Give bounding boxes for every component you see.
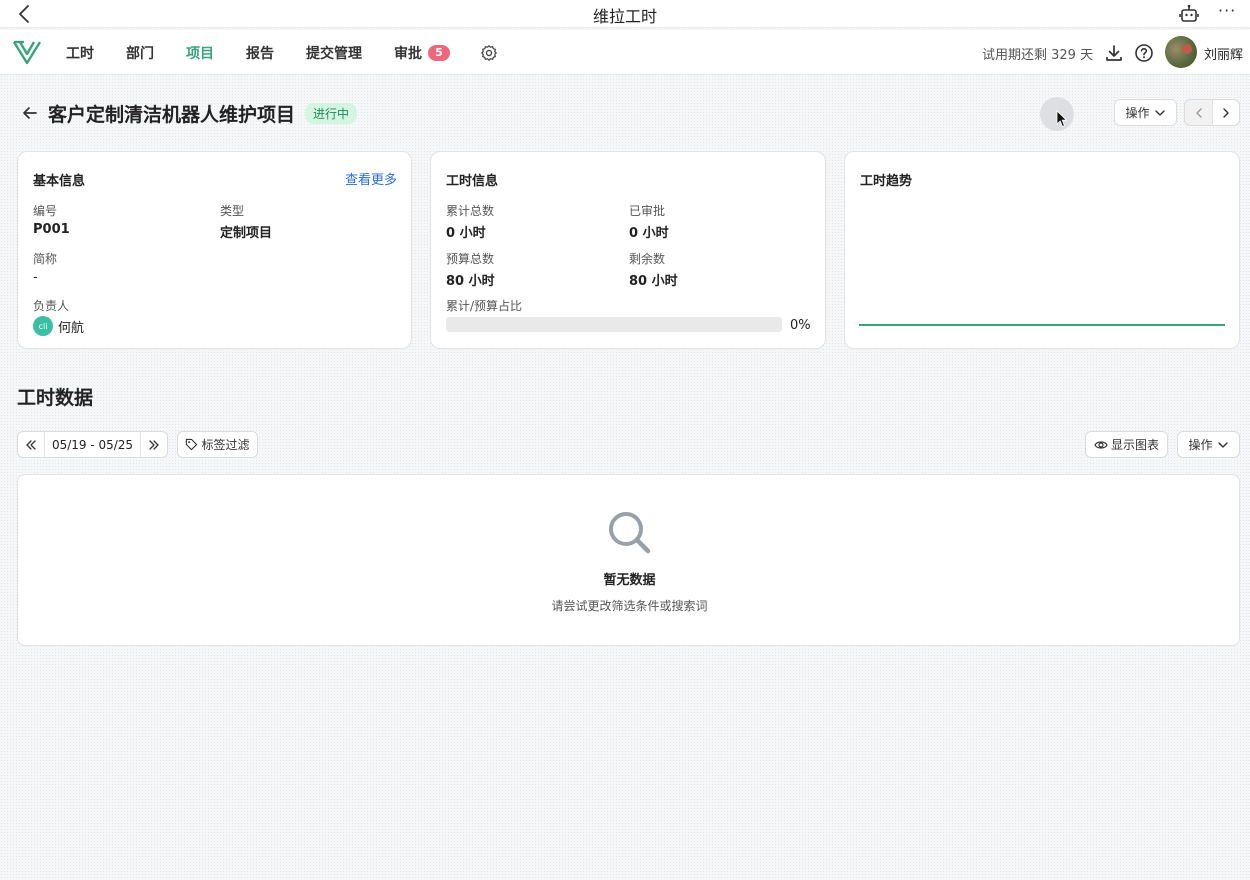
trial-remaining-text: 试用期还剩 329 天 [982, 48, 1094, 63]
short-name-value: - [33, 270, 38, 285]
nav-item-department[interactable]: 部门 [126, 43, 154, 63]
tag-filter-label: 标签过滤 [201, 438, 250, 452]
previous-week-button[interactable] [18, 432, 45, 457]
project-pager [1184, 99, 1240, 126]
data-operations-button[interactable]: 操作 [1177, 431, 1240, 458]
app-logo-icon[interactable] [12, 38, 42, 66]
card-title: 工时趋势 [860, 174, 913, 189]
empty-title: 暂无数据 [603, 573, 656, 588]
nav-item-label: 项目 [186, 45, 214, 62]
show-chart-label: 显示图表 [1110, 438, 1159, 452]
hours-trend-card: 工时趋势 [844, 151, 1240, 349]
view-more-link[interactable]: 查看更多 [345, 169, 397, 188]
section-title: 工时数据 [17, 387, 94, 409]
empty-state-panel: 暂无数据 请尝试更改筛选条件或搜索词 [17, 474, 1240, 646]
chevron-left-icon [1195, 107, 1202, 118]
chevron-right-icon [1223, 107, 1229, 118]
mouse-cursor-icon [1056, 110, 1068, 128]
remaining-hours-value: 80 小时 [629, 274, 678, 289]
chevron-down-icon [1217, 441, 1228, 448]
code-value: P001 [33, 222, 70, 237]
date-range-text[interactable]: 05/19 - 05/25 [45, 438, 140, 452]
date-range-picker: 05/19 - 05/25 [17, 431, 168, 458]
user-avatar[interactable] [1165, 36, 1197, 68]
remaining-hours-label: 剩余数 [629, 252, 666, 266]
approved-hours-value: 0 小时 [629, 226, 669, 241]
user-name[interactable]: 刘丽辉 [1204, 44, 1243, 63]
ratio-progress-bar [446, 317, 782, 332]
type-value: 定制项目 [220, 226, 273, 241]
tag-filter-button[interactable]: 标签过滤 [177, 431, 258, 458]
nav-item-hours[interactable]: 工时 [66, 43, 94, 63]
short-name-label: 简称 [33, 252, 58, 266]
ratio-percent: 0% [790, 318, 811, 333]
basic-info-card: 基本信息 查看更多 编号 P001 类型 定制项目 简称 - 负责人 cli 何… [17, 151, 412, 349]
project-header: 客户定制清洁机器人维护项目 进行中 [20, 98, 358, 128]
operations-label: 操作 [1125, 106, 1150, 120]
chevron-down-icon [1154, 109, 1165, 116]
owner[interactable]: cli 何航 [33, 316, 84, 336]
nav-item-reports[interactable]: 报告 [246, 43, 274, 63]
budget-hours-value: 80 小时 [446, 274, 495, 289]
nav-item-projects[interactable]: 项目 [186, 43, 214, 63]
empty-description: 请尝试更改筛选条件或搜索词 [551, 599, 708, 613]
budget-hours-label: 预算总数 [446, 252, 495, 266]
main-menu: 工时 部门 项目 报告 提交管理 审批 5 [66, 30, 498, 75]
ratio-label: 累计/预算占比 [446, 299, 523, 313]
robot-icon[interactable] [1178, 3, 1200, 25]
hours-info-card: 工时信息 累计总数 0 小时 已审批 0 小时 预算总数 80 小时 剩余数 8… [430, 151, 826, 349]
nav-item-submissions[interactable]: 提交管理 [306, 43, 362, 63]
status-badge: 进行中 [305, 102, 358, 124]
back-arrow-icon[interactable] [20, 103, 40, 123]
page-title: 客户定制清洁机器人维护项目 [48, 103, 296, 126]
system-title-bar: 维拉工时 ··· [0, 0, 1250, 28]
download-icon[interactable] [1104, 43, 1124, 63]
owner-name: 何航 [58, 320, 85, 336]
search-icon [609, 512, 651, 554]
nav-item-label: 部门 [126, 45, 154, 62]
total-hours-label: 累计总数 [446, 204, 495, 218]
nav-item-label: 报告 [246, 45, 274, 62]
double-chevron-right-icon [149, 439, 159, 450]
approved-hours-label: 已审批 [629, 204, 666, 218]
nav-item-approval[interactable]: 审批 5 [394, 43, 450, 63]
next-week-button[interactable] [140, 432, 167, 457]
help-icon[interactable] [1134, 43, 1154, 63]
owner-label: 负责人 [33, 299, 70, 313]
nav-item-label: 提交管理 [306, 45, 362, 62]
previous-project-button[interactable] [1185, 100, 1212, 125]
project-operations-button[interactable]: 操作 [1114, 99, 1177, 126]
tag-icon [186, 438, 198, 451]
double-chevron-left-icon [26, 439, 36, 450]
eye-icon [1094, 440, 1108, 449]
next-project-button[interactable] [1212, 100, 1239, 125]
app-navbar: 工时 部门 项目 报告 提交管理 审批 5 试用期还剩 329 天 刘丽辉 [0, 30, 1250, 75]
show-chart-button[interactable]: 显示图表 [1085, 431, 1168, 458]
approval-count-badge: 5 [428, 44, 450, 61]
total-hours-value: 0 小时 [446, 226, 486, 241]
owner-avatar: cli [33, 316, 53, 336]
trend-line [859, 324, 1225, 326]
nav-item-label: 工时 [66, 45, 94, 62]
operations-label: 操作 [1188, 438, 1213, 452]
card-title: 工时信息 [446, 174, 499, 189]
card-title: 基本信息 [33, 174, 86, 189]
nav-item-label: 审批 [394, 45, 422, 62]
more-menu-icon[interactable]: ··· [1218, 1, 1236, 20]
code-label: 编号 [33, 204, 58, 218]
gear-icon[interactable] [480, 44, 498, 62]
window-title: 维拉工时 [592, 7, 657, 26]
type-label: 类型 [220, 204, 245, 218]
